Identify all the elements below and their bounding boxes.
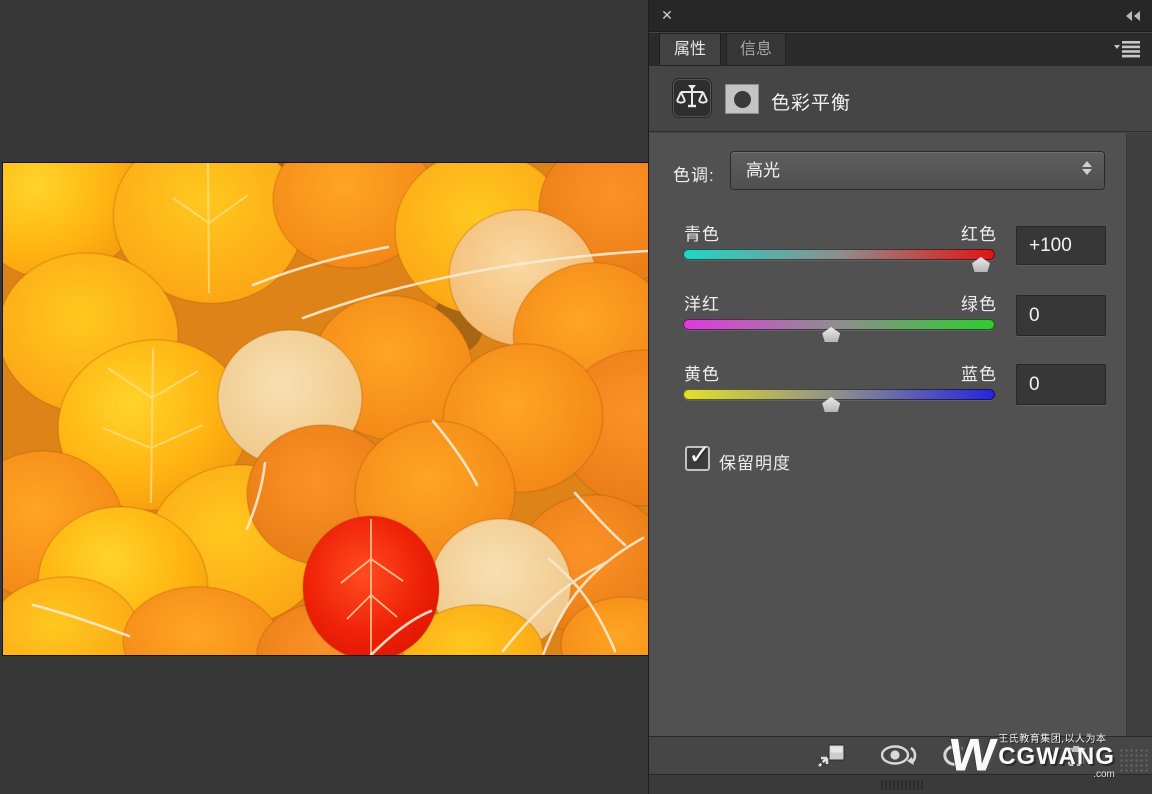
photoshop-workspace: ✕ 属性 信息 — [0, 0, 1152, 794]
delete-adjustment-icon[interactable] — [1064, 745, 1088, 767]
cyan-red-track[interactable] — [683, 249, 995, 260]
check-icon: ✓ — [688, 438, 711, 471]
red-label: 红色 — [961, 220, 997, 245]
panel-resize-grip[interactable] — [1119, 748, 1149, 772]
dropdown-stepper-icon — [1082, 161, 1092, 175]
tab-info[interactable]: 信息 — [726, 33, 786, 66]
close-icon[interactable]: ✕ — [658, 6, 676, 24]
yellow-label: 黄色 — [684, 360, 720, 385]
magenta-green-handle[interactable] — [822, 327, 840, 342]
panel-titlebar: ✕ — [649, 0, 1152, 32]
panel-menu-icon[interactable] — [1114, 41, 1140, 58]
color-balance-icon — [673, 79, 711, 117]
view-previous-state-icon[interactable] — [881, 744, 921, 768]
preserve-luminosity-label: 保留明度 — [719, 449, 791, 474]
panel-title: 色彩平衡 — [771, 88, 851, 115]
cyan-red-value[interactable]: +100 — [1016, 226, 1106, 265]
tone-select-value: 高光 — [746, 161, 780, 180]
panel-scrollbar-track — [1126, 133, 1152, 736]
properties-panel: ✕ 属性 信息 — [648, 0, 1152, 794]
green-label: 绿色 — [961, 290, 997, 315]
panel-drag-dots[interactable] — [881, 780, 925, 790]
layer-mask-thumbnail[interactable] — [725, 84, 759, 114]
clip-to-layer-icon[interactable] — [817, 743, 847, 768]
adjustment-header: 色彩平衡 — [649, 66, 1152, 132]
cyan-red-handle[interactable] — [972, 257, 990, 272]
magenta-label: 洋红 — [684, 290, 720, 315]
tone-label: 色调: — [673, 161, 715, 186]
panel-footer-toolbar — [649, 736, 1152, 773]
magenta-green-value[interactable]: 0 — [1016, 295, 1106, 336]
magenta-green-track[interactable] — [683, 319, 995, 330]
tab-properties[interactable]: 属性 — [659, 33, 721, 66]
yellow-blue-handle[interactable] — [822, 397, 840, 412]
tone-select[interactable]: 高光 — [731, 152, 1104, 189]
yellow-blue-value[interactable]: 0 — [1016, 364, 1106, 405]
canvas-image — [3, 163, 648, 655]
cyan-label: 青色 — [684, 220, 720, 245]
blue-label: 蓝色 — [961, 360, 997, 385]
collapse-panel-icon[interactable] — [1124, 10, 1142, 22]
panel-tabbar: 属性 信息 — [649, 33, 1152, 66]
color-balance-controls: 色调: 高光 青色 红色 +100 洋红 绿色 — [649, 133, 1152, 736]
preserve-luminosity-checkbox[interactable]: ✓ — [685, 446, 710, 471]
yellow-blue-track[interactable] — [683, 389, 995, 400]
reset-adjustment-icon[interactable] — [939, 742, 969, 770]
panel-bottom-bar — [649, 774, 1152, 794]
